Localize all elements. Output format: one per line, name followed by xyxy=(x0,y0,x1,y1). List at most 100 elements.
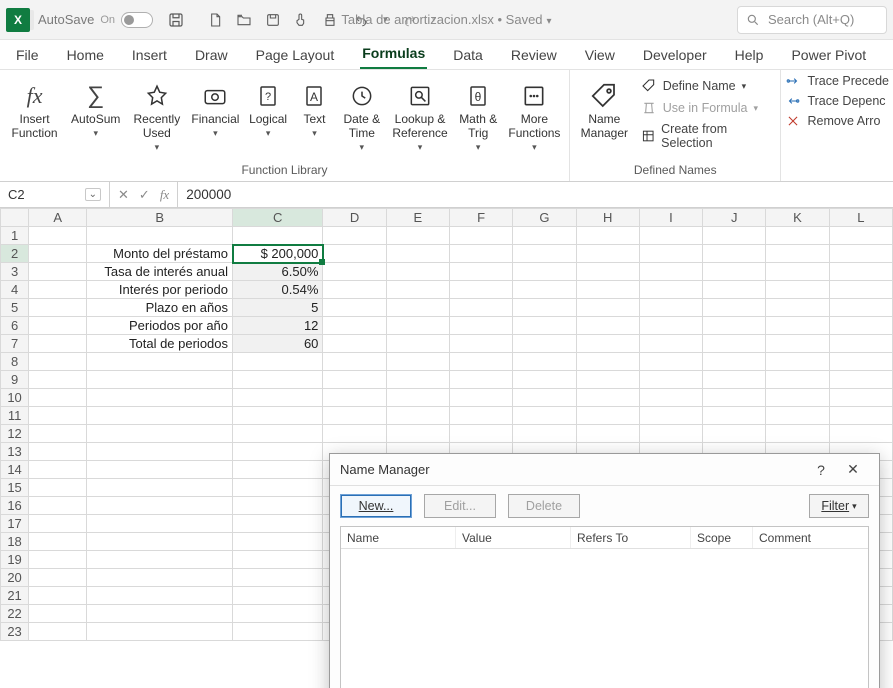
col-header-scope[interactable]: Scope xyxy=(691,527,753,548)
cell-G10[interactable] xyxy=(513,389,576,407)
cell-I9[interactable] xyxy=(639,371,702,389)
cell-A9[interactable] xyxy=(29,371,87,389)
cell-D3[interactable] xyxy=(323,263,386,281)
tab-file[interactable]: File xyxy=(14,43,41,69)
cell-L1[interactable] xyxy=(829,227,892,245)
tab-review[interactable]: Review xyxy=(509,43,559,69)
cell-C21[interactable] xyxy=(233,587,323,605)
touch-mode-icon[interactable] xyxy=(293,11,309,29)
cell-B21[interactable] xyxy=(87,587,233,605)
dialog-close-x[interactable]: ✕ xyxy=(837,461,869,478)
col-header-K[interactable]: K xyxy=(766,209,829,227)
dialog-new-button[interactable]: New... xyxy=(340,494,412,518)
cell-E5[interactable] xyxy=(386,299,449,317)
cell-A1[interactable] xyxy=(29,227,87,245)
cell-C9[interactable] xyxy=(233,371,323,389)
tab-insert[interactable]: Insert xyxy=(130,43,169,69)
cell-A18[interactable] xyxy=(29,533,87,551)
cell-G1[interactable] xyxy=(513,227,576,245)
row-header-6[interactable]: 6 xyxy=(1,317,29,335)
cell-H11[interactable] xyxy=(576,407,639,425)
enter-formula-icon[interactable]: ✓ xyxy=(139,187,150,203)
cell-C1[interactable] xyxy=(233,227,323,245)
cell-C17[interactable] xyxy=(233,515,323,533)
cell-C20[interactable] xyxy=(233,569,323,587)
row-header-11[interactable]: 11 xyxy=(1,407,29,425)
cell-A23[interactable] xyxy=(29,623,87,641)
recently-used-button[interactable]: Recently Used▾ xyxy=(128,76,185,158)
row-header-16[interactable]: 16 xyxy=(1,497,29,515)
cancel-formula-icon[interactable]: ✕ xyxy=(118,187,129,203)
cell-K5[interactable] xyxy=(766,299,829,317)
cell-C4[interactable]: 0.54% xyxy=(233,281,323,299)
cell-I1[interactable] xyxy=(639,227,702,245)
cell-I7[interactable] xyxy=(639,335,702,353)
cell-L4[interactable] xyxy=(829,281,892,299)
tab-power-pivot[interactable]: Power Pivot xyxy=(789,43,868,69)
cell-J2[interactable] xyxy=(703,245,766,263)
cell-B2[interactable]: Monto del préstamo xyxy=(87,245,233,263)
cell-C10[interactable] xyxy=(233,389,323,407)
autosum-button[interactable]: ∑ AutoSum▾ xyxy=(67,76,124,144)
cell-B5[interactable]: Plazo en años xyxy=(87,299,233,317)
cell-D5[interactable] xyxy=(323,299,386,317)
cell-H9[interactable] xyxy=(576,371,639,389)
cell-B20[interactable] xyxy=(87,569,233,587)
cell-A20[interactable] xyxy=(29,569,87,587)
row-header-8[interactable]: 8 xyxy=(1,353,29,371)
undo-icon[interactable] xyxy=(351,13,371,27)
cell-G3[interactable] xyxy=(513,263,576,281)
cell-B13[interactable] xyxy=(87,443,233,461)
row-header-20[interactable]: 20 xyxy=(1,569,29,587)
cell-G2[interactable] xyxy=(513,245,576,263)
cell-J3[interactable] xyxy=(703,263,766,281)
cell-I2[interactable] xyxy=(639,245,702,263)
cell-J5[interactable] xyxy=(703,299,766,317)
dialog-help-button[interactable]: ? xyxy=(805,462,837,478)
cell-A10[interactable] xyxy=(29,389,87,407)
cell-B1[interactable] xyxy=(87,227,233,245)
cell-F5[interactable] xyxy=(449,299,512,317)
tab-developer[interactable]: Developer xyxy=(641,43,709,69)
cell-F3[interactable] xyxy=(449,263,512,281)
row-header-18[interactable]: 18 xyxy=(1,533,29,551)
cell-B9[interactable] xyxy=(87,371,233,389)
cell-B4[interactable]: Interés por periodo xyxy=(87,281,233,299)
cell-K2[interactable] xyxy=(766,245,829,263)
cell-L7[interactable] xyxy=(829,335,892,353)
cell-L5[interactable] xyxy=(829,299,892,317)
tab-page-layout[interactable]: Page Layout xyxy=(254,43,337,69)
dialog-filter-button[interactable]: Filter ▾ xyxy=(809,494,869,518)
cell-C6[interactable]: 12 xyxy=(233,317,323,335)
col-header-C[interactable]: C xyxy=(233,209,323,227)
insert-function-button[interactable]: fx Insert Function xyxy=(6,76,63,144)
toggle-off-icon[interactable] xyxy=(121,12,153,28)
cell-C11[interactable] xyxy=(233,407,323,425)
row-header-1[interactable]: 1 xyxy=(1,227,29,245)
cell-F1[interactable] xyxy=(449,227,512,245)
cell-H8[interactable] xyxy=(576,353,639,371)
cell-J10[interactable] xyxy=(703,389,766,407)
row-header-15[interactable]: 15 xyxy=(1,479,29,497)
cell-I3[interactable] xyxy=(639,263,702,281)
col-header-I[interactable]: I xyxy=(639,209,702,227)
cell-A13[interactable] xyxy=(29,443,87,461)
row-header-9[interactable]: 9 xyxy=(1,371,29,389)
cell-A22[interactable] xyxy=(29,605,87,623)
math-trig-button[interactable]: θ Math & Trig▾ xyxy=(455,76,502,158)
cell-D11[interactable] xyxy=(323,407,386,425)
cell-C2[interactable]: $ 200,000 xyxy=(233,245,323,263)
col-header-E[interactable]: E xyxy=(386,209,449,227)
cell-A12[interactable] xyxy=(29,425,87,443)
cell-F6[interactable] xyxy=(449,317,512,335)
cell-K8[interactable] xyxy=(766,353,829,371)
cell-B10[interactable] xyxy=(87,389,233,407)
cell-C16[interactable] xyxy=(233,497,323,515)
cell-I8[interactable] xyxy=(639,353,702,371)
cell-B8[interactable] xyxy=(87,353,233,371)
cell-L10[interactable] xyxy=(829,389,892,407)
cell-J7[interactable] xyxy=(703,335,766,353)
cell-L3[interactable] xyxy=(829,263,892,281)
cell-C3[interactable]: 6.50% xyxy=(233,263,323,281)
tab-formulas[interactable]: Formulas xyxy=(360,41,427,69)
